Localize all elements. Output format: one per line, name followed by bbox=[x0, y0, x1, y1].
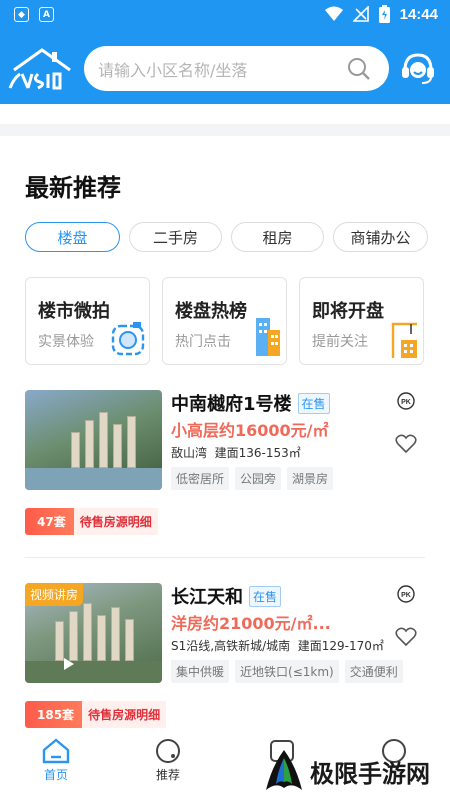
scrolled-content-peek bbox=[0, 104, 450, 124]
nav-home-label: 首页 bbox=[43, 768, 68, 782]
shield-icon: ◆ bbox=[14, 7, 29, 22]
status-time: 14:44 bbox=[399, 5, 438, 23]
listing-tag: 低密居所 bbox=[171, 467, 230, 490]
listing-tag: 湖景房 bbox=[287, 467, 334, 490]
home-icon bbox=[42, 738, 70, 764]
card-subtitle: 热门点击 bbox=[175, 334, 231, 350]
status-badge: 在售 bbox=[297, 392, 330, 414]
building-icon bbox=[256, 318, 280, 356]
card-opening-soon[interactable]: 即将开盘 提前关注 bbox=[299, 277, 424, 365]
search-icon[interactable] bbox=[347, 57, 371, 81]
listing-tag: 集中供暖 bbox=[171, 660, 230, 683]
listing-tags: 集中供暖 近地铁口(≤1km) 交通便利 bbox=[171, 660, 403, 683]
card-title: 即将开盘 bbox=[312, 301, 384, 322]
list-divider bbox=[25, 557, 425, 558]
listing-name: 中南樾府1号楼 bbox=[171, 394, 292, 415]
play-icon[interactable] bbox=[63, 657, 75, 671]
status-bar: ◆ A 14:44 bbox=[0, 0, 450, 30]
listing-title: 中南樾府1号楼 在售 bbox=[171, 390, 330, 416]
search-bar[interactable]: 请输入小区名称/坐落 bbox=[84, 46, 389, 91]
stock-count: 185套 bbox=[25, 701, 83, 728]
favorite-heart-icon[interactable] bbox=[395, 434, 417, 454]
signal-icon bbox=[352, 6, 369, 22]
battery-icon bbox=[378, 5, 390, 23]
listing-item[interactable]: 视频讲房 长江天和 在售 洋房约21000元/㎡... S1沿线,高铁新城/城南… bbox=[25, 583, 425, 733]
listing-location: S1沿线,高铁新城/城南 bbox=[171, 639, 291, 653]
listing-location: 敔山湾 bbox=[171, 446, 208, 460]
nav-home[interactable]: 首页 bbox=[16, 738, 96, 783]
card-subtitle: 实景体验 bbox=[38, 334, 94, 350]
listing-tags: 低密居所 公园旁 湖景房 bbox=[171, 467, 334, 490]
listing-price: 小高层约16000元/㎡ bbox=[171, 421, 329, 440]
listing-tag: 公园旁 bbox=[235, 467, 282, 490]
listing-address: S1沿线,高铁新城/城南 建面129-170㎡ bbox=[171, 637, 384, 654]
crane-icon bbox=[391, 322, 417, 358]
nav-recommend-label: 推荐 bbox=[155, 768, 180, 782]
tab-rent[interactable]: 租房 bbox=[231, 222, 324, 252]
card-micro-shoot[interactable]: 楼市微拍 实景体验 bbox=[25, 277, 150, 365]
stock-label: 待售房源明细 bbox=[73, 508, 158, 535]
card-subtitle: 提前关注 bbox=[312, 334, 368, 350]
stock-info[interactable]: 185套 待售房源明细 bbox=[25, 701, 167, 728]
watermark-logo bbox=[266, 750, 302, 790]
watermark: 极限手游网 bbox=[262, 748, 430, 794]
listing-address: 敔山湾 建面136-153㎡ bbox=[171, 444, 301, 461]
listing-area: 建面136-153㎡ bbox=[214, 446, 301, 460]
listing-name: 长江天和 bbox=[171, 587, 243, 608]
stock-info[interactable]: 47套 待售房源明细 bbox=[25, 508, 158, 535]
app-logo bbox=[8, 48, 71, 90]
section-divider bbox=[0, 124, 450, 136]
watermark-text: 极限手游网 bbox=[310, 758, 430, 788]
tab-second-hand[interactable]: 二手房 bbox=[129, 222, 222, 252]
section-title: 最新推荐 bbox=[25, 174, 121, 202]
stock-label: 待售房源明细 bbox=[82, 701, 167, 728]
listing-thumbnail[interactable] bbox=[25, 390, 162, 490]
tab-shop-office[interactable]: 商铺办公 bbox=[333, 222, 428, 252]
recommend-icon bbox=[156, 739, 180, 763]
pk-compare-icon[interactable]: PK bbox=[397, 585, 415, 603]
card-title: 楼盘热榜 bbox=[175, 301, 247, 322]
category-tabs: 楼盘 二手房 租房 商铺办公 bbox=[25, 222, 428, 252]
svg-text:PK: PK bbox=[401, 592, 411, 599]
tab-loupan[interactable]: 楼盘 bbox=[25, 222, 120, 252]
listing-tag: 近地铁口(≤1km) bbox=[235, 660, 339, 683]
card-title: 楼市微拍 bbox=[38, 301, 110, 322]
camera-icon bbox=[111, 322, 145, 356]
listing-area: 建面129-170㎡ bbox=[297, 639, 384, 653]
listing-item[interactable]: 中南樾府1号楼 在售 小高层约16000元/㎡ 敔山湾 建面136-153㎡ 低… bbox=[25, 390, 425, 550]
customer-service-icon[interactable] bbox=[400, 50, 436, 86]
pk-compare-icon[interactable]: PK bbox=[397, 392, 415, 410]
listing-thumbnail[interactable]: 视频讲房 bbox=[25, 583, 162, 683]
feature-cards: 楼市微拍 实景体验 楼盘热榜 热门点击 即将开盘 提前关注 bbox=[25, 277, 424, 365]
stock-count: 47套 bbox=[25, 508, 74, 535]
a-notification-icon: A bbox=[39, 7, 54, 22]
card-hot-ranking[interactable]: 楼盘热榜 热门点击 bbox=[162, 277, 287, 365]
status-badge: 在售 bbox=[249, 585, 282, 607]
listing-price: 洋房约21000元/㎡... bbox=[171, 614, 331, 633]
video-badge: 视频讲房 bbox=[25, 583, 84, 606]
app-header: ◆ A 14:44 请输入小区名称/坐落 bbox=[0, 0, 450, 104]
listing-tag: 交通便利 bbox=[344, 660, 403, 683]
nav-recommend[interactable]: 推荐 bbox=[128, 738, 208, 783]
wifi-icon bbox=[324, 6, 343, 21]
search-placeholder: 请输入小区名称/坐落 bbox=[98, 60, 248, 80]
listing-title: 长江天和 在售 bbox=[171, 583, 282, 609]
svg-text:PK: PK bbox=[401, 399, 411, 406]
favorite-heart-icon[interactable] bbox=[395, 627, 417, 647]
